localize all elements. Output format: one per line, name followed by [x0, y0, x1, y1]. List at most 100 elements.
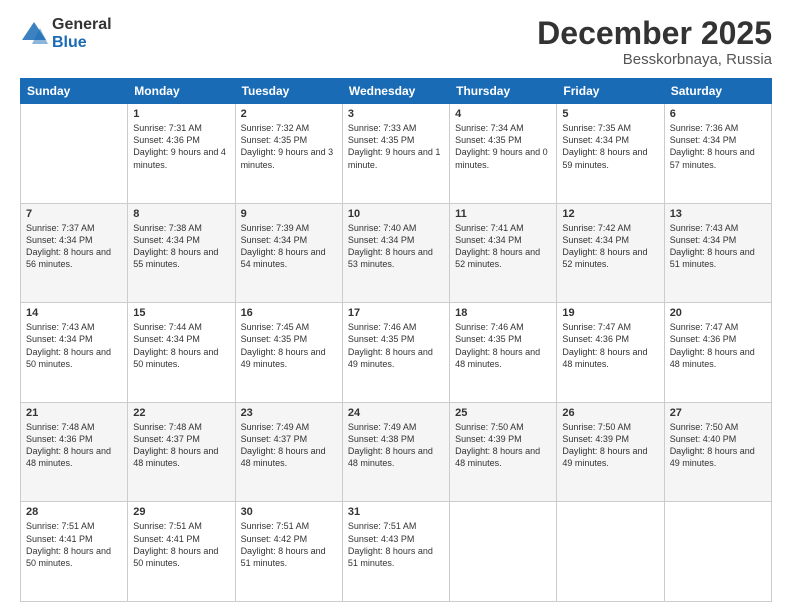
cell-info: Sunrise: 7:31 AMSunset: 4:36 PMDaylight:…	[133, 123, 226, 169]
day-number: 19	[562, 307, 658, 319]
day-number: 2	[241, 108, 337, 120]
day-number: 1	[133, 108, 229, 120]
calendar-cell: 11 Sunrise: 7:41 AMSunset: 4:34 PMDaylig…	[450, 203, 557, 303]
calendar-cell: 8 Sunrise: 7:38 AMSunset: 4:34 PMDayligh…	[128, 203, 235, 303]
calendar-cell: 30 Sunrise: 7:51 AMSunset: 4:42 PMDaylig…	[235, 502, 342, 602]
day-number: 20	[670, 307, 766, 319]
cell-info: Sunrise: 7:43 AMSunset: 4:34 PMDaylight:…	[670, 223, 755, 269]
cell-info: Sunrise: 7:51 AMSunset: 4:42 PMDaylight:…	[241, 521, 326, 567]
day-number: 23	[241, 407, 337, 419]
calendar-cell: 21 Sunrise: 7:48 AMSunset: 4:36 PMDaylig…	[21, 402, 128, 502]
cell-info: Sunrise: 7:36 AMSunset: 4:34 PMDaylight:…	[670, 123, 755, 169]
calendar-cell: 2 Sunrise: 7:32 AMSunset: 4:35 PMDayligh…	[235, 104, 342, 204]
calendar-cell: 14 Sunrise: 7:43 AMSunset: 4:34 PMDaylig…	[21, 303, 128, 403]
cell-info: Sunrise: 7:38 AMSunset: 4:34 PMDaylight:…	[133, 223, 218, 269]
cell-info: Sunrise: 7:46 AMSunset: 4:35 PMDaylight:…	[348, 322, 433, 368]
calendar-cell: 27 Sunrise: 7:50 AMSunset: 4:40 PMDaylig…	[664, 402, 771, 502]
day-number: 12	[562, 208, 658, 220]
cell-info: Sunrise: 7:39 AMSunset: 4:34 PMDaylight:…	[241, 223, 326, 269]
calendar-cell: 23 Sunrise: 7:49 AMSunset: 4:37 PMDaylig…	[235, 402, 342, 502]
day-number: 31	[348, 506, 444, 518]
calendar-page: General Blue December 2025 Besskorbnaya,…	[0, 0, 792, 612]
calendar-cell	[557, 502, 664, 602]
calendar-cell: 9 Sunrise: 7:39 AMSunset: 4:34 PMDayligh…	[235, 203, 342, 303]
day-number: 27	[670, 407, 766, 419]
week-row-2: 14 Sunrise: 7:43 AMSunset: 4:34 PMDaylig…	[21, 303, 772, 403]
cell-info: Sunrise: 7:33 AMSunset: 4:35 PMDaylight:…	[348, 123, 441, 169]
day-number: 15	[133, 307, 229, 319]
day-number: 13	[670, 208, 766, 220]
cell-info: Sunrise: 7:50 AMSunset: 4:39 PMDaylight:…	[562, 422, 647, 468]
cell-info: Sunrise: 7:45 AMSunset: 4:35 PMDaylight:…	[241, 322, 326, 368]
cell-info: Sunrise: 7:44 AMSunset: 4:34 PMDaylight:…	[133, 322, 218, 368]
cell-info: Sunrise: 7:34 AMSunset: 4:35 PMDaylight:…	[455, 123, 548, 169]
day-number: 29	[133, 506, 229, 518]
calendar-cell: 10 Sunrise: 7:40 AMSunset: 4:34 PMDaylig…	[342, 203, 449, 303]
cell-info: Sunrise: 7:42 AMSunset: 4:34 PMDaylight:…	[562, 223, 647, 269]
header-saturday: Saturday	[664, 79, 771, 104]
day-number: 7	[26, 208, 122, 220]
calendar-cell: 18 Sunrise: 7:46 AMSunset: 4:35 PMDaylig…	[450, 303, 557, 403]
cell-info: Sunrise: 7:40 AMSunset: 4:34 PMDaylight:…	[348, 223, 433, 269]
calendar-cell: 22 Sunrise: 7:48 AMSunset: 4:37 PMDaylig…	[128, 402, 235, 502]
cell-info: Sunrise: 7:47 AMSunset: 4:36 PMDaylight:…	[562, 322, 647, 368]
day-number: 9	[241, 208, 337, 220]
header-wednesday: Wednesday	[342, 79, 449, 104]
location-subtitle: Besskorbnaya, Russia	[537, 51, 772, 68]
day-number: 14	[26, 307, 122, 319]
day-number: 4	[455, 108, 551, 120]
calendar-cell: 1 Sunrise: 7:31 AMSunset: 4:36 PMDayligh…	[128, 104, 235, 204]
cell-info: Sunrise: 7:48 AMSunset: 4:37 PMDaylight:…	[133, 422, 218, 468]
logo-general: General	[52, 16, 112, 34]
calendar-cell	[664, 502, 771, 602]
cell-info: Sunrise: 7:41 AMSunset: 4:34 PMDaylight:…	[455, 223, 540, 269]
logo-text: General Blue	[52, 16, 112, 51]
calendar-cell	[450, 502, 557, 602]
cell-info: Sunrise: 7:35 AMSunset: 4:34 PMDaylight:…	[562, 123, 647, 169]
cell-info: Sunrise: 7:47 AMSunset: 4:36 PMDaylight:…	[670, 322, 755, 368]
day-number: 16	[241, 307, 337, 319]
cell-info: Sunrise: 7:32 AMSunset: 4:35 PMDaylight:…	[241, 123, 334, 169]
calendar-cell: 6 Sunrise: 7:36 AMSunset: 4:34 PMDayligh…	[664, 104, 771, 204]
day-number: 26	[562, 407, 658, 419]
day-number: 25	[455, 407, 551, 419]
header-friday: Friday	[557, 79, 664, 104]
calendar-cell: 13 Sunrise: 7:43 AMSunset: 4:34 PMDaylig…	[664, 203, 771, 303]
calendar-cell: 3 Sunrise: 7:33 AMSunset: 4:35 PMDayligh…	[342, 104, 449, 204]
cell-info: Sunrise: 7:49 AMSunset: 4:38 PMDaylight:…	[348, 422, 433, 468]
cell-info: Sunrise: 7:46 AMSunset: 4:35 PMDaylight:…	[455, 322, 540, 368]
day-number: 18	[455, 307, 551, 319]
calendar-cell: 20 Sunrise: 7:47 AMSunset: 4:36 PMDaylig…	[664, 303, 771, 403]
cell-info: Sunrise: 7:50 AMSunset: 4:39 PMDaylight:…	[455, 422, 540, 468]
day-number: 6	[670, 108, 766, 120]
logo-icon	[20, 20, 48, 48]
day-number: 5	[562, 108, 658, 120]
cell-info: Sunrise: 7:50 AMSunset: 4:40 PMDaylight:…	[670, 422, 755, 468]
day-number: 24	[348, 407, 444, 419]
header-sunday: Sunday	[21, 79, 128, 104]
day-number: 30	[241, 506, 337, 518]
week-row-3: 21 Sunrise: 7:48 AMSunset: 4:36 PMDaylig…	[21, 402, 772, 502]
day-number: 17	[348, 307, 444, 319]
calendar-cell: 31 Sunrise: 7:51 AMSunset: 4:43 PMDaylig…	[342, 502, 449, 602]
calendar-cell: 24 Sunrise: 7:49 AMSunset: 4:38 PMDaylig…	[342, 402, 449, 502]
page-header: General Blue December 2025 Besskorbnaya,…	[20, 16, 772, 68]
cell-info: Sunrise: 7:51 AMSunset: 4:41 PMDaylight:…	[26, 521, 111, 567]
calendar-table: Sunday Monday Tuesday Wednesday Thursday…	[20, 78, 772, 602]
cell-info: Sunrise: 7:43 AMSunset: 4:34 PMDaylight:…	[26, 322, 111, 368]
calendar-cell: 4 Sunrise: 7:34 AMSunset: 4:35 PMDayligh…	[450, 104, 557, 204]
calendar-cell: 5 Sunrise: 7:35 AMSunset: 4:34 PMDayligh…	[557, 104, 664, 204]
cell-info: Sunrise: 7:37 AMSunset: 4:34 PMDaylight:…	[26, 223, 111, 269]
week-row-0: 1 Sunrise: 7:31 AMSunset: 4:36 PMDayligh…	[21, 104, 772, 204]
weekday-header-row: Sunday Monday Tuesday Wednesday Thursday…	[21, 79, 772, 104]
day-number: 8	[133, 208, 229, 220]
logo-blue: Blue	[52, 34, 112, 52]
cell-info: Sunrise: 7:51 AMSunset: 4:43 PMDaylight:…	[348, 521, 433, 567]
cell-info: Sunrise: 7:49 AMSunset: 4:37 PMDaylight:…	[241, 422, 326, 468]
header-monday: Monday	[128, 79, 235, 104]
calendar-cell: 26 Sunrise: 7:50 AMSunset: 4:39 PMDaylig…	[557, 402, 664, 502]
calendar-cell: 17 Sunrise: 7:46 AMSunset: 4:35 PMDaylig…	[342, 303, 449, 403]
calendar-cell: 28 Sunrise: 7:51 AMSunset: 4:41 PMDaylig…	[21, 502, 128, 602]
month-title: December 2025	[537, 16, 772, 51]
title-block: December 2025 Besskorbnaya, Russia	[537, 16, 772, 68]
